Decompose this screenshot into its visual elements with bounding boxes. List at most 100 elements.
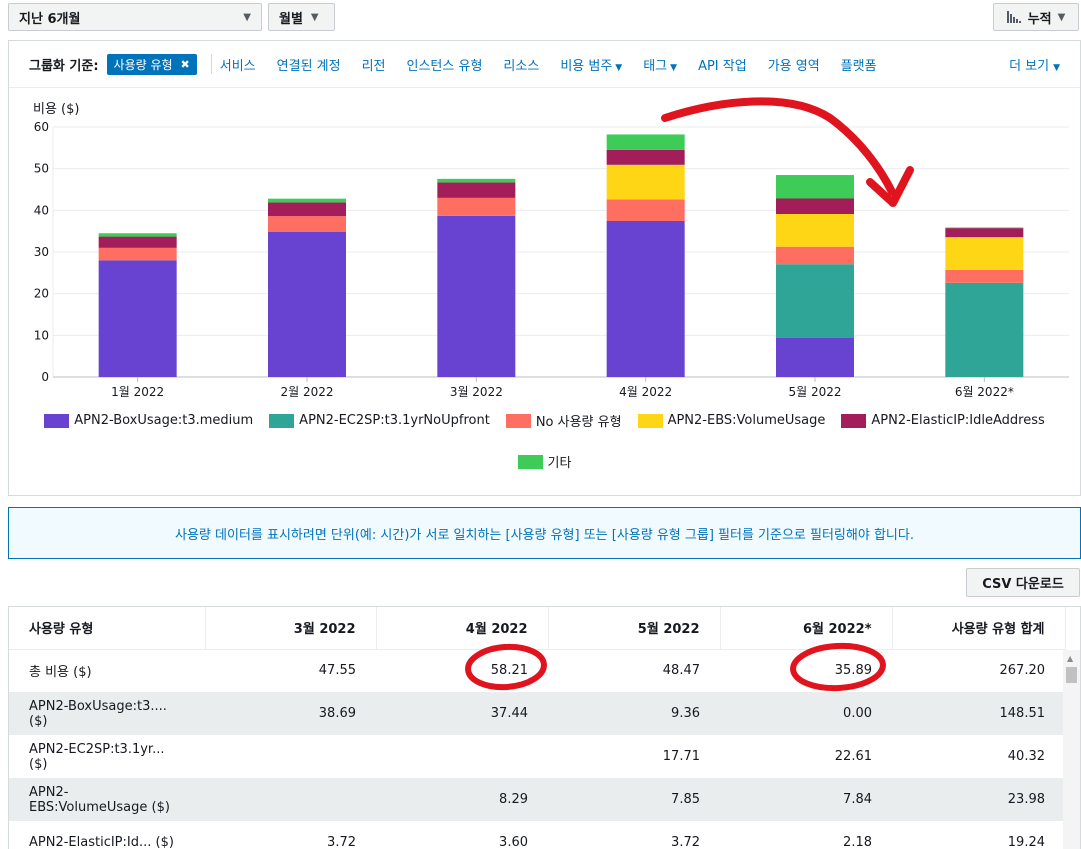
bar-segment[interactable] xyxy=(437,215,516,377)
bar-segment[interactable] xyxy=(268,202,346,217)
bar-segment[interactable] xyxy=(98,233,177,237)
table-cell: 9.36 xyxy=(548,692,720,735)
chart-legend: APN2-BoxUsage:t3.medium APN2-EC2SP:t3.1yr… xyxy=(9,411,1080,493)
row-label: APN2-BoxUsage:t3.... ($) xyxy=(9,692,205,735)
table-cell xyxy=(205,778,376,821)
legend-row: 기타 xyxy=(9,452,1080,471)
bar-segment[interactable] xyxy=(945,228,1024,238)
bar-segment[interactable] xyxy=(437,178,516,183)
group-option-tag[interactable]: 태그 ▼ xyxy=(643,55,677,74)
table-cell: 267.20 xyxy=(999,663,1046,679)
group-option-instance-type[interactable]: 인스턴스 유형 xyxy=(407,55,483,74)
bar-segment[interactable] xyxy=(606,221,685,377)
column-header[interactable]: 5월 2022 xyxy=(548,607,721,650)
column-header[interactable]: 4월 2022 xyxy=(376,607,549,650)
group-by-chip[interactable]: 사용량 유형 ✖ xyxy=(106,53,197,75)
group-option-service[interactable]: 서비스 xyxy=(220,55,256,74)
more-options-button[interactable]: 더 보기 ▼ xyxy=(1009,55,1060,74)
legend-item[interactable]: APN2-BoxUsage:t3.medium xyxy=(44,411,253,430)
chart-type-dropdown[interactable]: 누적 ▼ xyxy=(993,3,1079,31)
column-header[interactable]: 6월 2022* xyxy=(720,607,893,650)
y-tick-label: 30 xyxy=(34,245,49,259)
table-cell: 3.72 xyxy=(327,835,356,849)
legend-item[interactable]: 기타 xyxy=(517,452,572,471)
granularity-dropdown[interactable]: 월별 ▼ xyxy=(268,3,335,31)
bar-segment[interactable] xyxy=(776,264,854,338)
bar-segment[interactable] xyxy=(945,227,1024,229)
table-row: APN2-ElasticIP:Id... ($) 3.72 3.60 3.72 2.18… xyxy=(9,821,1065,849)
table-cell: 19.24 xyxy=(1007,835,1045,849)
bar-segment[interactable] xyxy=(437,197,516,216)
group-option-resource[interactable]: 리소스 xyxy=(503,55,539,74)
legend-item[interactable]: APN2-ElasticIP:IdleAddress xyxy=(841,411,1045,430)
table-cell: 148.51 xyxy=(892,692,1065,735)
bar-segment[interactable] xyxy=(776,338,854,377)
bar-segment[interactable] xyxy=(606,134,685,150)
table-cell: 17.71 xyxy=(662,749,700,764)
x-tick-label: 6월 2022* xyxy=(955,385,1014,399)
bar-segment[interactable] xyxy=(776,198,854,215)
legend-label: APN2-ElasticIP:IdleAddress xyxy=(871,413,1045,428)
chevron-down-icon: ▼ xyxy=(243,11,251,23)
bar-segment[interactable] xyxy=(776,175,854,199)
date-range-dropdown[interactable]: 지난 6개월 ▼ xyxy=(8,3,262,31)
group-option-platform[interactable]: 플랫폼 xyxy=(841,55,877,74)
bar-segment[interactable] xyxy=(945,282,1024,377)
row-label: APN2-EC2SP:t3.1yr... ($) xyxy=(29,741,165,772)
bar-segment[interactable] xyxy=(268,216,346,232)
table-cell: 3.72 xyxy=(671,835,700,849)
group-option-api-operation[interactable]: API 작업 xyxy=(698,55,747,74)
legend-item[interactable]: No 사용량 유형 xyxy=(505,411,622,430)
table-cell: 3.60 xyxy=(499,835,528,849)
info-banner-text: 사용량 데이터를 표시하려면 단위(예: 시간)가 서로 일치하는 [사용량 유… xyxy=(175,527,914,543)
bar-segment[interactable] xyxy=(606,199,685,221)
caret-down-icon: ▼ xyxy=(670,62,678,73)
scrollbar-thumb[interactable] xyxy=(1066,667,1077,683)
bar-segment[interactable] xyxy=(437,182,516,198)
bar-segment[interactable] xyxy=(268,232,346,377)
row-label: APN2-ElasticIP:Id... ($) xyxy=(29,835,174,849)
group-option-cost-category[interactable]: 비용 범주 ▼ xyxy=(560,55,622,74)
bar-segment[interactable] xyxy=(268,198,346,203)
legend-label: APN2-EBS:VolumeUsage xyxy=(667,413,826,428)
table-scrollbar[interactable]: ▲ xyxy=(1063,650,1080,849)
group-option-availability-zone[interactable]: 가용 영역 xyxy=(768,55,820,74)
column-header[interactable]: 사용량 유형 xyxy=(9,607,206,650)
table-row: APN2-EC2SP:t3.1yr... ($) 17.71 22.61 40.32 xyxy=(9,735,1065,778)
date-range-label: 지난 6개월 xyxy=(19,11,81,27)
group-option-region[interactable]: 리전 xyxy=(362,55,386,74)
divider xyxy=(210,54,212,74)
table-cell: 2.18 xyxy=(843,835,872,849)
bar-segment[interactable] xyxy=(945,237,1024,270)
bar-segment[interactable] xyxy=(776,214,854,247)
column-header[interactable]: 사용량 유형 합계 xyxy=(892,607,1066,650)
table-cell: 22.61 xyxy=(834,749,872,764)
group-option-linked-account[interactable]: 연결된 계정 xyxy=(277,55,341,74)
bar-segment[interactable] xyxy=(776,246,854,265)
legend-swatch xyxy=(517,454,543,469)
table-cell: 47.55 xyxy=(318,663,356,679)
bar-segment[interactable] xyxy=(98,260,177,377)
data-table: 사용량 유형 3월 2022 4월 2022 5월 2022 6월 2022* 사용량 유… xyxy=(9,607,1066,849)
chevron-down-icon: ▼ xyxy=(1057,11,1066,23)
caret-down-icon: ▼ xyxy=(615,62,623,73)
scroll-up-icon[interactable]: ▲ xyxy=(1067,654,1073,663)
row-label: APN2-EBS:VolumeUsage ($) xyxy=(9,778,205,821)
legend-label: 기타 xyxy=(547,456,572,471)
close-icon[interactable]: ✖ xyxy=(181,58,190,71)
bar-segment[interactable] xyxy=(98,236,177,248)
bar-segment[interactable] xyxy=(98,247,177,261)
legend-item[interactable]: APN2-EC2SP:t3.1yrNoUpfront xyxy=(269,411,490,430)
x-tick-label: 3월 2022 xyxy=(450,385,503,399)
x-tick-label: 5월 2022 xyxy=(788,385,841,399)
table-cell: 58.21 xyxy=(490,663,528,679)
column-header[interactable]: 3월 2022 xyxy=(205,607,377,650)
legend-item[interactable]: APN2-EBS:VolumeUsage xyxy=(637,411,826,430)
bar-segment[interactable] xyxy=(606,164,685,200)
bar-segment[interactable] xyxy=(945,269,1024,283)
legend-swatch xyxy=(841,413,867,428)
bar-segment[interactable] xyxy=(606,149,685,165)
table-cell: 35.89 xyxy=(834,663,872,679)
table-cell: 38.69 xyxy=(205,692,376,735)
csv-download-button[interactable]: CSV 다운로드 xyxy=(966,568,1080,597)
